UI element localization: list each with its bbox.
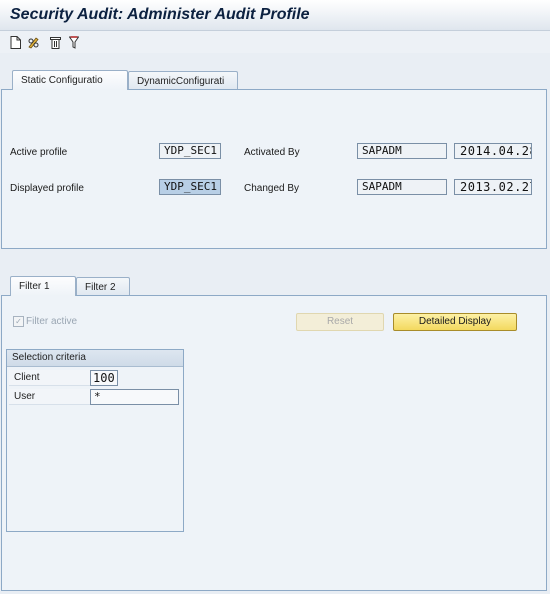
client-field[interactable]: 100 — [90, 370, 118, 386]
displayed-profile-label: Displayed profile — [10, 183, 84, 194]
window-title: Security Audit: Administer Audit Profile — [10, 6, 310, 23]
checkmark-icon: ✓ — [13, 316, 24, 327]
user-label: User — [9, 389, 91, 405]
tab-filter-2[interactable]: Filter 2 — [76, 277, 130, 296]
tab-filter-1[interactable]: Filter 1 — [10, 276, 76, 296]
pencil-glasses-icon[interactable] — [27, 35, 41, 49]
changed-by-user-field[interactable]: SAPADM — [357, 179, 447, 195]
selection-criteria-title: Selection criteria — [7, 350, 183, 367]
tab-static-configuration-label: Static Configuratio — [21, 75, 103, 86]
reset-button[interactable]: Reset — [296, 313, 384, 331]
activated-by-label: Activated By — [244, 147, 300, 158]
funnel-icon[interactable] — [67, 35, 81, 49]
active-profile-field[interactable]: YDP_SEC1 — [159, 143, 221, 159]
reset-button-label: Reset — [326, 316, 354, 327]
changed-by-label: Changed By — [244, 183, 300, 194]
tab-filter-1-label: Filter 1 — [19, 281, 50, 292]
application-toolbar — [0, 31, 550, 53]
displayed-profile-field[interactable]: YDP_SEC1 — [159, 179, 221, 195]
activated-by-user-field[interactable]: SAPADM — [357, 143, 447, 159]
tab-dynamic-configuration[interactable]: DynamicConfigurati — [128, 71, 238, 90]
static-configuration-panel: Active profile YDP_SEC1 Activated By SAP… — [1, 89, 547, 249]
client-label: Client — [9, 370, 91, 386]
tab-static-configuration[interactable]: Static Configuratio — [12, 70, 128, 90]
detailed-display-button[interactable]: Detailed Display — [393, 313, 517, 331]
filter-active-checkbox[interactable]: ✓ Filter active — [13, 316, 77, 327]
filter-active-label: Filter active — [26, 316, 78, 327]
delete-icon[interactable] — [48, 35, 62, 49]
title-bar: Security Audit: Administer Audit Profile — [0, 0, 550, 31]
active-profile-label: Active profile — [10, 147, 68, 158]
new-document-icon[interactable] — [8, 35, 22, 49]
tab-filter-2-label: Filter 2 — [85, 282, 116, 293]
user-field[interactable]: * — [90, 389, 179, 405]
activated-by-date-field[interactable]: 2014.04.28 — [454, 143, 532, 159]
changed-by-date-field[interactable]: 2013.02.27 — [454, 179, 532, 195]
detailed-display-button-label: Detailed Display — [418, 316, 492, 327]
selection-criteria-group: Selection criteria Client 100 User * — [6, 349, 184, 532]
tab-dynamic-configuration-label: DynamicConfigurati — [137, 76, 225, 87]
